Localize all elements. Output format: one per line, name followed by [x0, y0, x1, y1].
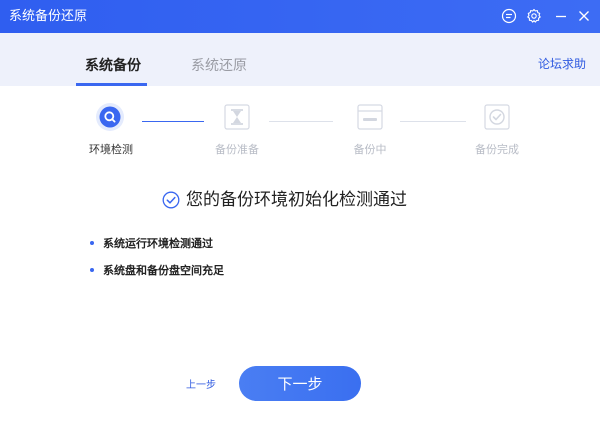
step-label-prepare: 备份准备 [215, 143, 259, 156]
feedback-icon[interactable] [500, 7, 518, 25]
progress-stepper: 环境检测 备份准备 备份中 备份完成 [0, 100, 600, 160]
title-bar: 系统备份还原 [0, 0, 600, 33]
minimize-icon[interactable] [552, 7, 570, 25]
previous-step-link[interactable]: 上一步 [186, 376, 216, 391]
active-tab-indicator [76, 83, 147, 86]
tab-bar: 系统备份 系统还原 论坛求助 [0, 33, 600, 86]
bullet-dot [90, 268, 94, 272]
step-connector [269, 121, 333, 122]
tab-restore[interactable]: 系统还原 [191, 57, 247, 75]
next-step-button[interactable]: 下一步 [239, 366, 361, 401]
gear-icon[interactable] [525, 7, 543, 25]
check-item-text: 系统盘和备份盘空间充足 [103, 264, 224, 277]
tab-backup[interactable]: 系统备份 [85, 57, 141, 75]
step-connector [142, 121, 204, 122]
step-label-complete: 备份完成 [475, 143, 519, 156]
result-message: 您的备份环境初始化检测通过 [162, 188, 407, 212]
step-connector [400, 121, 466, 122]
progress-icon [355, 102, 385, 132]
step-label-detect: 环境检测 [89, 143, 133, 156]
window-title: 系统备份还原 [9, 9, 88, 24]
close-icon[interactable] [575, 7, 593, 25]
check-circle-icon [162, 191, 180, 209]
forum-help-link[interactable]: 论坛求助 [538, 55, 586, 72]
check-item-text: 系统运行环境检测通过 [103, 237, 213, 250]
list-item: 系统盘和备份盘空间充足 [90, 263, 224, 277]
result-text: 您的备份环境初始化检测通过 [186, 190, 407, 210]
check-list: 系统运行环境检测通过 系统盘和备份盘空间充足 [90, 236, 224, 290]
hourglass-icon [222, 102, 252, 132]
step-label-backing-up: 备份中 [353, 143, 387, 156]
search-icon [95, 102, 125, 132]
bullet-dot [90, 241, 94, 245]
list-item: 系统运行环境检测通过 [90, 236, 224, 250]
check-shield-icon [482, 102, 512, 132]
